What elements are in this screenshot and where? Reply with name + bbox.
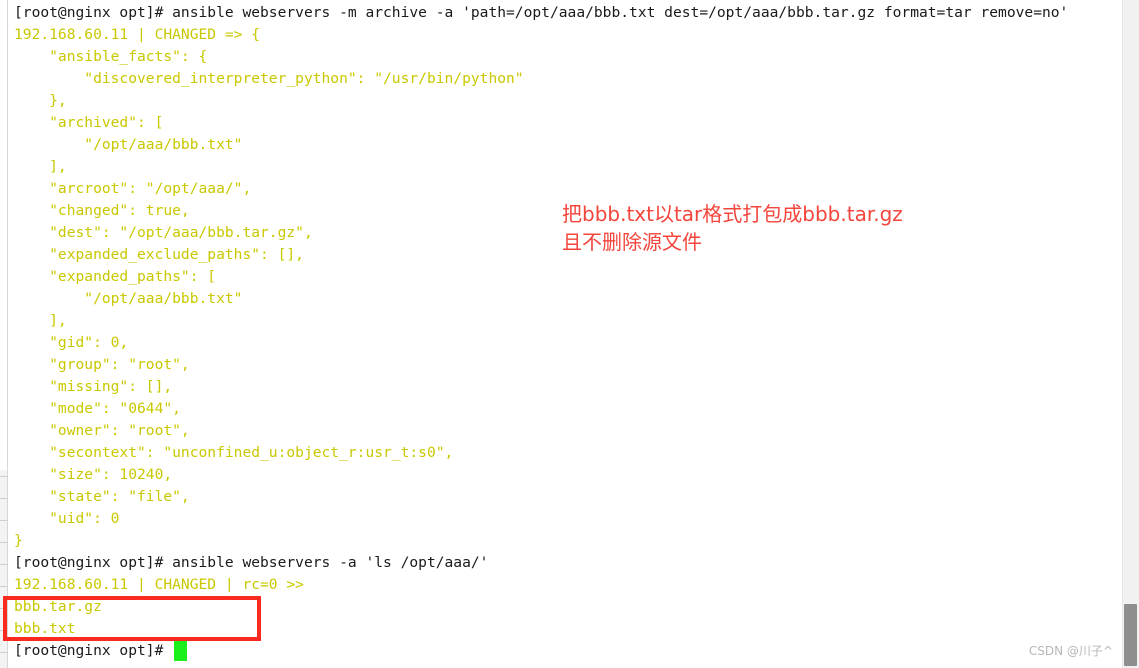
terminal-command-line: [root@nginx opt]# ansible webservers -m … xyxy=(14,4,1069,21)
gutter-tick xyxy=(0,586,7,587)
gutter-tick xyxy=(0,630,7,631)
terminal-output-line: "ansible_facts": { xyxy=(14,48,208,65)
terminal-output-line: 192.168.60.11 | CHANGED | rc=0 >> xyxy=(14,576,304,593)
annotation-line-2: 且不删除源文件 xyxy=(562,230,702,254)
gutter-tick xyxy=(0,608,7,609)
terminal-output-line: "uid": 0 xyxy=(14,510,120,527)
gutter-tick xyxy=(0,520,7,521)
terminal-output-line: "group": "root", xyxy=(14,356,190,373)
gutter-shade xyxy=(0,470,7,668)
terminal-output-line: "gid": 0, xyxy=(14,334,129,351)
terminal-output-line: "owner": "root", xyxy=(14,422,190,439)
gutter-tick xyxy=(0,564,7,565)
terminal-output: [root@nginx opt]# ansible webservers -m … xyxy=(14,2,1094,662)
terminal-output-line: ], xyxy=(14,312,67,329)
left-gutter xyxy=(0,0,12,668)
terminal-output-line: bbb.txt xyxy=(14,620,76,637)
terminal-output-line: "changed": true, xyxy=(14,202,190,219)
terminal-output-line: "arcroot": "/opt/aaa/", xyxy=(14,180,252,197)
gutter-tick xyxy=(0,542,7,543)
terminal-output-line: "size": 10240, xyxy=(14,466,173,483)
gutter-tick xyxy=(0,476,7,477)
terminal-output-line: "/opt/aaa/bbb.txt" xyxy=(14,290,243,307)
terminal-output-line: } xyxy=(14,532,23,549)
terminal-output-line: ], xyxy=(14,158,67,175)
vertical-scrollbar-thumb[interactable] xyxy=(1124,604,1137,666)
annotation-note: 把bbb.txt以tar格式打包成bbb.tar.gz 且不删除源文件 xyxy=(562,200,903,256)
terminal-output-line: bbb.tar.gz xyxy=(14,598,102,615)
terminal-cursor xyxy=(174,641,187,661)
terminal-output-line: "state": "file", xyxy=(14,488,190,505)
terminal-output-line: 192.168.60.11 | CHANGED => { xyxy=(14,26,261,43)
terminal-output-line: }, xyxy=(14,92,67,109)
vertical-scrollbar-track[interactable] xyxy=(1122,0,1139,668)
terminal-output-line: "expanded_paths": [ xyxy=(14,268,217,285)
terminal-output-line: "missing": [], xyxy=(14,378,173,395)
gutter-rule xyxy=(7,0,8,668)
csdn-watermark: CSDN @川子^ xyxy=(1028,644,1113,658)
terminal-output-line: "expanded_exclude_paths": [], xyxy=(14,246,304,263)
terminal-output-line: "/opt/aaa/bbb.txt" xyxy=(14,136,243,153)
gutter-tick xyxy=(0,652,7,653)
terminal-output-line: "secontext": "unconfined_u:object_r:usr_… xyxy=(14,444,454,461)
terminal-output-line: "discovered_interpreter_python": "/usr/b… xyxy=(14,70,524,87)
terminal-output-line: "mode": "0644", xyxy=(14,400,181,417)
gutter-tick xyxy=(0,498,7,499)
terminal-command-line: [root@nginx opt]# ansible webservers -a … xyxy=(14,554,489,571)
terminal-output-line: "archived": [ xyxy=(14,114,164,131)
annotation-line-1: 把bbb.txt以tar格式打包成bbb.tar.gz xyxy=(562,202,903,226)
terminal-screenshot: [root@nginx opt]# ansible webservers -m … xyxy=(0,0,1139,668)
terminal-output-line: "dest": "/opt/aaa/bbb.tar.gz", xyxy=(14,224,313,241)
